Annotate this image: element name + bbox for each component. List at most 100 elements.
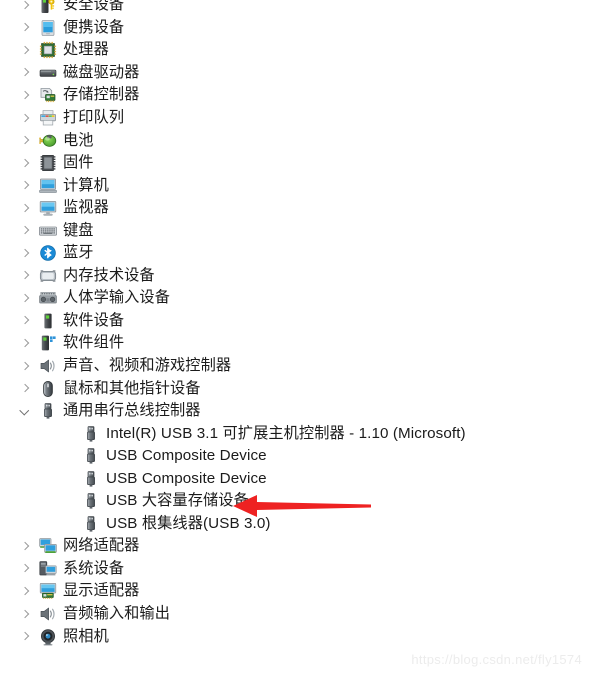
computer-icon [38, 176, 58, 196]
watermark-text: https://blog.csdn.net/fly1574 [411, 652, 582, 667]
tree-item[interactable]: 照相机 [0, 625, 596, 648]
chevron-right-icon[interactable] [18, 62, 33, 84]
tree-item-label: 便携设备 [63, 18, 125, 36]
chevron-right-icon[interactable] [18, 603, 33, 625]
tree-item-label: 打印队列 [63, 109, 125, 126]
chevron-right-icon[interactable] [18, 152, 33, 174]
expander-placeholder [61, 423, 76, 445]
tree-item-label: 照相机 [63, 627, 109, 645]
display-adapter-icon [38, 581, 58, 601]
tree-item[interactable]: 打印队列 [0, 107, 596, 130]
expander-placeholder [61, 468, 76, 490]
tree-item[interactable]: Intel(R) USB 3.1 可扩展主机控制器 - 1.10 (Micros… [0, 422, 596, 445]
tree-item[interactable]: 便携设备 [0, 17, 596, 40]
tree-item[interactable]: 人体学输入设备 [0, 287, 596, 310]
tree-item-label: 软件设备 [63, 311, 125, 329]
tree-item[interactable]: 电池 [0, 129, 596, 152]
tree-item-label: 鼠标和其他指针设备 [63, 379, 201, 397]
mouse-icon [38, 379, 58, 399]
firmware-icon [38, 153, 58, 173]
tree-item[interactable]: USB Composite Device [0, 445, 596, 468]
tree-item[interactable]: 通用串行总线控制器 [0, 400, 596, 423]
tree-item[interactable]: USB 根集线器(USB 3.0) [0, 513, 596, 536]
chevron-right-icon[interactable] [18, 175, 33, 197]
chevron-right-icon[interactable] [18, 220, 33, 242]
usb-device-icon [81, 424, 101, 444]
chevron-right-icon[interactable] [18, 332, 33, 354]
tree-item-label: 通用串行总线控制器 [63, 402, 201, 420]
tree-item-label: 网络适配器 [63, 537, 140, 555]
expander-placeholder [61, 445, 76, 467]
tree-item[interactable]: 监视器 [0, 197, 596, 220]
bluetooth-icon [38, 243, 58, 263]
tree-item-label: USB 大容量存储设备 [106, 492, 249, 510]
usb-device-icon [81, 514, 101, 534]
tree-item[interactable]: 软件设备 [0, 310, 596, 333]
tree-item[interactable]: 网络适配器 [0, 535, 596, 558]
chevron-right-icon[interactable] [18, 580, 33, 602]
sound-video-game-controller-icon [38, 356, 58, 376]
chevron-right-icon[interactable] [18, 355, 33, 377]
network-adapter-icon [38, 536, 58, 556]
tree-item[interactable]: 处理器 [0, 39, 596, 62]
processor-icon [38, 40, 58, 60]
tree-item[interactable]: 内存技术设备 [0, 265, 596, 288]
chevron-right-icon[interactable] [18, 287, 33, 309]
security-device-icon [38, 0, 58, 15]
tree-item-label: 软件组件 [63, 334, 125, 352]
portable-device-icon [38, 18, 58, 38]
tree-item-label: 声音、视频和游戏控制器 [63, 357, 232, 375]
chevron-right-icon[interactable] [18, 197, 33, 219]
tree-item[interactable]: 软件组件 [0, 332, 596, 355]
print-queue-icon [38, 108, 58, 128]
tree-item[interactable]: 键盘 [0, 219, 596, 242]
chevron-right-icon[interactable] [18, 378, 33, 400]
expander-placeholder [61, 490, 76, 512]
tree-item[interactable]: 磁盘驱动器 [0, 62, 596, 85]
device-tree[interactable]: 安全设备 便携设备 处理器 磁盘驱动器 存储控制器 打印队列 电池 固件 计算机… [0, 0, 596, 648]
usb-device-icon [81, 446, 101, 466]
tree-item[interactable]: USB 大容量存储设备 [0, 490, 596, 513]
tree-item[interactable]: 蓝牙 [0, 242, 596, 265]
audio-io-icon [38, 604, 58, 624]
tree-item[interactable]: 声音、视频和游戏控制器 [0, 355, 596, 378]
tree-item[interactable]: 系统设备 [0, 558, 596, 581]
tree-item-label: 计算机 [63, 176, 109, 194]
tree-item[interactable]: USB Composite Device [0, 467, 596, 490]
tree-item[interactable]: 鼠标和其他指针设备 [0, 377, 596, 400]
chevron-right-icon[interactable] [18, 626, 33, 648]
tree-item[interactable]: 计算机 [0, 174, 596, 197]
disk-drive-icon [38, 63, 58, 83]
monitor-icon [38, 198, 58, 218]
chevron-right-icon[interactable] [18, 242, 33, 264]
expander-placeholder [61, 513, 76, 535]
tree-item-label: 蓝牙 [63, 244, 94, 262]
chevron-right-icon[interactable] [18, 39, 33, 61]
tree-item[interactable]: 存储控制器 [0, 84, 596, 107]
tree-item-label: 固件 [63, 154, 94, 172]
software-component-icon [38, 333, 58, 353]
tree-item-label: 监视器 [63, 199, 109, 217]
tree-item[interactable]: 显示适配器 [0, 580, 596, 603]
chevron-right-icon[interactable] [18, 535, 33, 557]
tree-item[interactable]: 安全设备 [0, 0, 596, 17]
chevron-right-icon[interactable] [18, 130, 33, 152]
chevron-right-icon[interactable] [18, 310, 33, 332]
chevron-down-icon[interactable] [18, 400, 33, 422]
chevron-right-icon[interactable] [18, 17, 33, 39]
tree-item-label: 键盘 [63, 221, 94, 239]
tree-item-label: USB Composite Device [106, 469, 267, 487]
tree-item-label: 电池 [63, 131, 94, 149]
tree-item[interactable]: 音频输入和输出 [0, 603, 596, 626]
tree-item-label: 存储控制器 [63, 86, 140, 104]
tree-item-label: 系统设备 [63, 559, 125, 577]
tree-item[interactable]: 固件 [0, 152, 596, 175]
chevron-right-icon[interactable] [18, 558, 33, 580]
tree-item-label: 音频输入和输出 [63, 605, 171, 623]
chevron-right-icon[interactable] [18, 0, 33, 16]
chevron-right-icon[interactable] [18, 107, 33, 129]
tree-item-label: 人体学输入设备 [63, 289, 171, 307]
chevron-right-icon[interactable] [18, 84, 33, 106]
memory-technology-device-icon [38, 266, 58, 286]
chevron-right-icon[interactable] [18, 265, 33, 287]
